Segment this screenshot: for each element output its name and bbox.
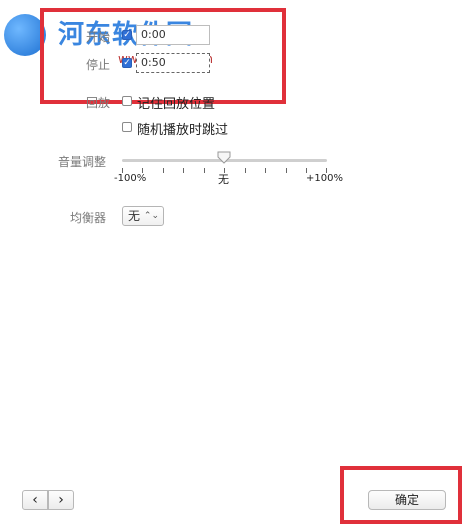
start-time-field[interactable]: 0:00 [136, 25, 210, 45]
equalizer-label: 均衡器 [70, 211, 107, 225]
volume-min-label: -100% [114, 173, 147, 184]
remember-position-checkbox[interactable] [122, 96, 132, 106]
volume-tick [265, 168, 266, 173]
select-arrows-icon: ⌃⌄ [143, 211, 159, 221]
volume-tick [163, 168, 164, 173]
volume-tick [204, 168, 205, 173]
stop-checkbox[interactable] [122, 58, 132, 68]
stop-time-field[interactable]: 0:50 [136, 53, 210, 73]
equalizer-selected-value: 无 [128, 209, 141, 223]
volume-label: 音量调整 [58, 155, 107, 169]
equalizer-select[interactable]: 无 ⌃⌄ [122, 206, 164, 226]
volume-max-label: +100% [306, 173, 343, 184]
prev-button[interactable]: ‹ [22, 490, 48, 510]
volume-tick [286, 168, 287, 173]
start-label: 开始 [86, 30, 111, 44]
remember-position-label: 记住回放位置 [137, 97, 216, 112]
next-button[interactable]: › [48, 490, 74, 510]
ok-button[interactable]: 确定 [368, 490, 446, 510]
volume-tick [245, 168, 246, 173]
volume-slider-thumb[interactable] [217, 151, 231, 165]
start-checkbox[interactable] [122, 30, 132, 40]
skip-shuffle-checkbox[interactable] [122, 122, 132, 132]
volume-tick [183, 168, 184, 173]
chevron-left-icon: ‹ [32, 492, 38, 508]
chevron-right-icon: › [58, 492, 64, 508]
volume-mid-label: 无 [218, 173, 229, 186]
resume-label: 回放 [86, 96, 111, 110]
skip-shuffle-label: 随机播放时跳过 [137, 123, 229, 138]
stop-label: 停止 [86, 58, 111, 72]
